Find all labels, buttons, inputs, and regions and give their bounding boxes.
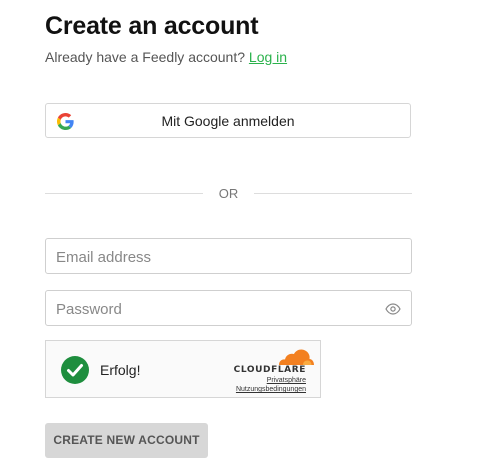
login-link[interactable]: Log in [249, 49, 287, 65]
email-field[interactable] [45, 238, 412, 274]
or-divider: OR [45, 186, 412, 201]
privacy-link[interactable]: Privatsphäre [267, 377, 306, 384]
create-account-button[interactable]: CREATE NEW ACCOUNT [45, 423, 208, 458]
password-field[interactable] [45, 290, 412, 326]
google-signin-label: Mit Google anmelden [161, 113, 295, 129]
captcha-widget: Erfolg! CLOUDFLARE Privatsphäre Nutzungs… [45, 340, 321, 398]
success-check-icon [61, 356, 89, 384]
password-input[interactable] [56, 299, 376, 319]
google-signin-button[interactable]: Mit Google anmelden [45, 103, 411, 138]
login-prompt: Already have a Feedly account? Log in [45, 49, 287, 65]
cloudflare-wordmark: CLOUDFLARE [233, 365, 306, 375]
cloudflare-logo-icon [279, 349, 314, 365]
login-prompt-text: Already have a Feedly account? [45, 49, 246, 65]
email-input[interactable] [56, 247, 376, 267]
page-title: Create an account [45, 12, 259, 40]
eye-icon[interactable] [385, 301, 401, 317]
divider-line-right [254, 193, 412, 194]
terms-link[interactable]: Nutzungsbedingungen [236, 386, 306, 393]
captcha-status: Erfolg! [100, 362, 141, 378]
